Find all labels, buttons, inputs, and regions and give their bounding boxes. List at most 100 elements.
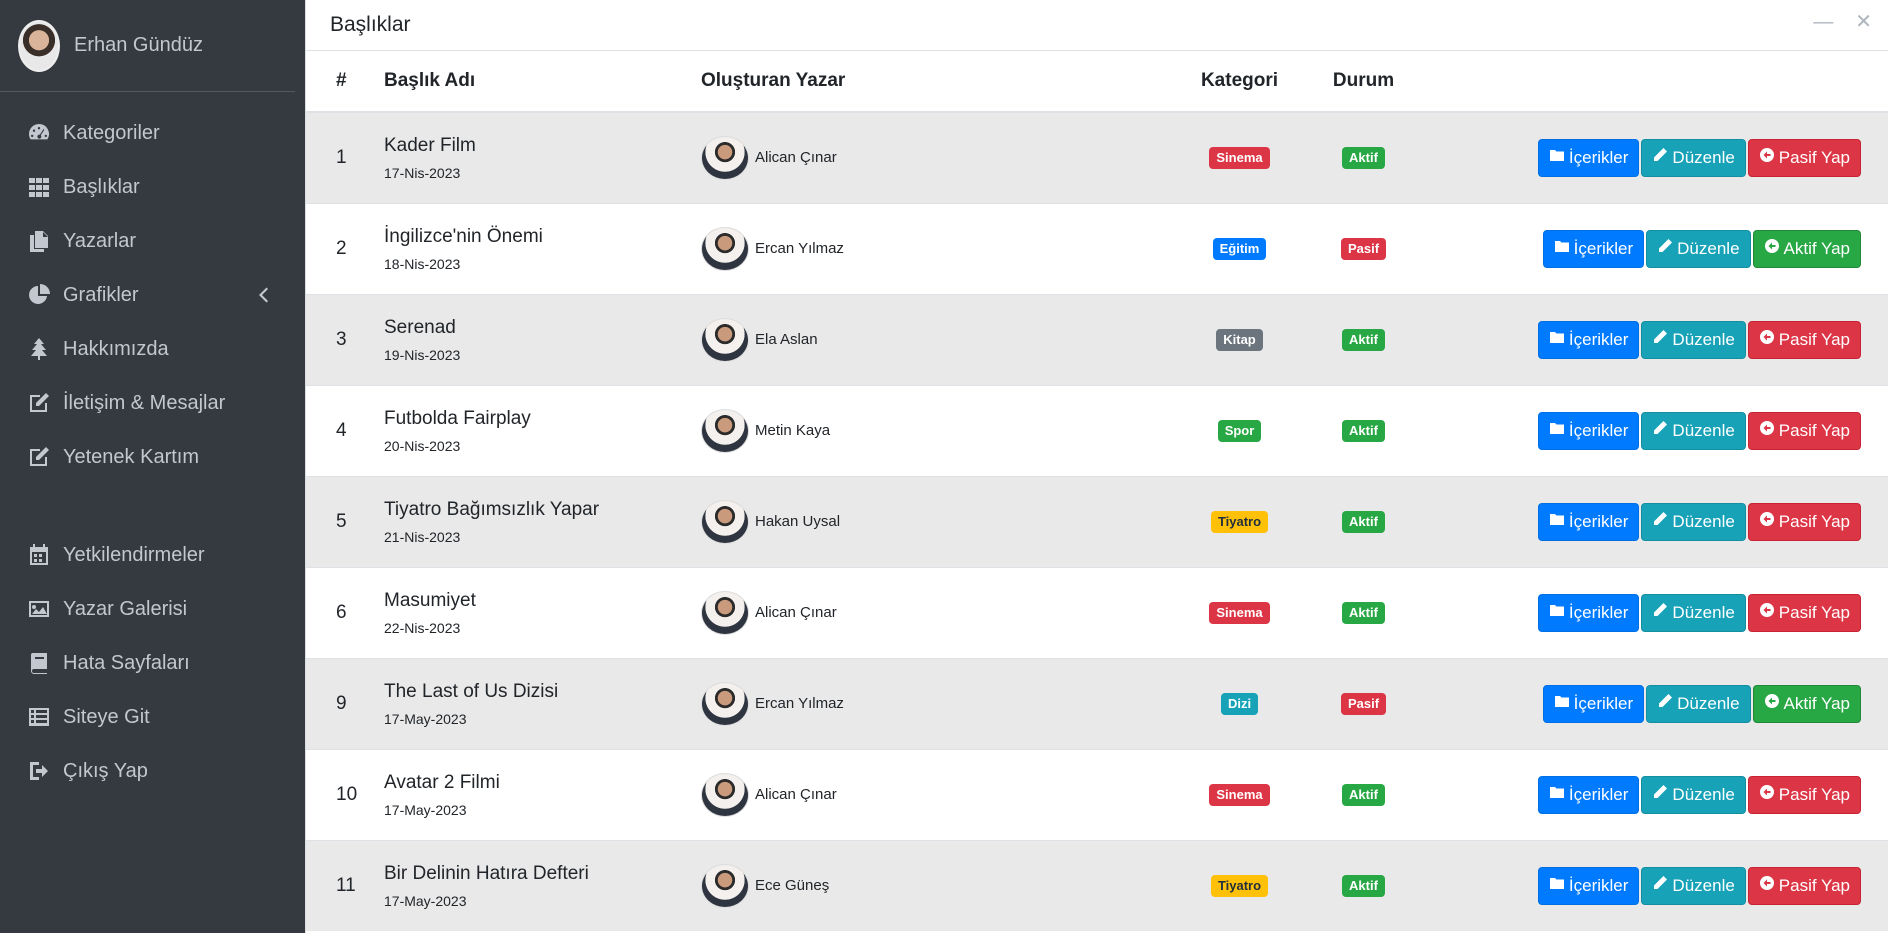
title-name: Tiyatro Bağımsızlık Yapar xyxy=(384,498,600,520)
edit-icon xyxy=(27,391,51,415)
folder-icon xyxy=(1549,329,1565,350)
contents-button[interactable]: İçerikler xyxy=(1537,502,1640,541)
contents-button[interactable]: İçerikler xyxy=(1537,866,1640,905)
toggle-status-label: Pasif Yap xyxy=(1778,511,1850,531)
toggle-status-label: Pasif Yap xyxy=(1778,875,1850,895)
chevron-left-icon[interactable] xyxy=(257,286,273,303)
sidebar-item-label: Siteye Git xyxy=(63,705,150,728)
toggle-status-button[interactable]: Pasif Yap xyxy=(1747,866,1861,905)
edit-button[interactable]: Düzenle xyxy=(1641,866,1746,905)
status-cell: Pasif xyxy=(1300,203,1427,294)
edit-label: Düzenle xyxy=(1677,238,1740,258)
sidebar-item-label: Kategoriler xyxy=(63,121,160,144)
sidebar-item-yetkilendirmeler[interactable]: Yetkilendirmeler xyxy=(0,528,305,582)
contents-button[interactable]: İçerikler xyxy=(1537,138,1640,177)
table-row: 2 İngilizce'nin Önemi 18-Nis-2023 Ercan Yıl… xyxy=(306,203,1888,294)
table-row: 9 The Last of Us Dizisi 17-May-2023 Ercan Y… xyxy=(306,658,1888,749)
sidebar-item-grafikler[interactable]: Grafikler xyxy=(0,268,305,322)
grid-icon xyxy=(27,175,51,199)
sidebar-item-siteye-git[interactable]: Siteye Git xyxy=(0,690,305,744)
status-badge: Pasif xyxy=(1340,693,1387,715)
contents-button[interactable]: İçerikler xyxy=(1542,229,1645,268)
row-number: 2 xyxy=(336,237,347,259)
toggle-status-label: Pasif Yap xyxy=(1778,147,1850,167)
minimize-icon[interactable]: — xyxy=(1813,12,1833,32)
toggle-status-button[interactable]: Pasif Yap xyxy=(1747,320,1861,359)
edit-button[interactable]: Düzenle xyxy=(1641,775,1746,814)
actions-cell: İçerikler Düzenle Pasif Yap xyxy=(1427,385,1888,476)
toggle-status-button[interactable]: Pasif Yap xyxy=(1747,411,1861,450)
sidebar-item-label: Hata Sayfaları xyxy=(63,651,190,674)
author-name: Alican Çınar xyxy=(755,604,837,621)
sidebar-item-label: Yetkilendirmeler xyxy=(63,543,205,566)
title-date: 17-Nis-2023 xyxy=(384,164,461,181)
title-date: 18-Nis-2023 xyxy=(384,255,461,272)
contents-button[interactable]: İçerikler xyxy=(1537,320,1640,359)
sidebar-item-kategoriler[interactable]: Kategoriler xyxy=(0,106,305,160)
user-name: Erhan Gündüz xyxy=(74,34,203,56)
toggle-status-button[interactable]: Pasif Yap xyxy=(1747,775,1861,814)
actions-cell: İçerikler Düzenle Pasif Yap xyxy=(1427,840,1888,931)
edit-button[interactable]: Düzenle xyxy=(1646,684,1751,723)
title-date: 17-May-2023 xyxy=(384,892,467,909)
author-avatar xyxy=(701,863,749,908)
toggle-status-button[interactable]: Aktif Yap xyxy=(1752,229,1861,268)
title-cell: Masumiyet 22-Nis-2023 xyxy=(384,567,701,658)
title-cell: Avatar 2 Filmi 17-May-2023 xyxy=(384,749,701,840)
category-badge: Sinema xyxy=(1209,147,1270,170)
actions-cell: İçerikler Düzenle Pasif Yap xyxy=(1427,294,1888,385)
status-cell: Aktif xyxy=(1300,476,1427,567)
category-cell: Kitap xyxy=(1179,294,1300,385)
title-date: 17-May-2023 xyxy=(384,801,467,818)
sidebar-item-label: Çıkış Yap xyxy=(63,759,148,782)
user-panel[interactable]: Erhan Gündüz xyxy=(0,0,295,92)
toggle-status-button[interactable]: Pasif Yap xyxy=(1747,593,1861,632)
actions-cell: İçerikler Düzenle Pasif Yap xyxy=(1427,749,1888,840)
sidebar-item-hata-sayfalari[interactable]: Hata Sayfaları xyxy=(0,636,305,690)
category-cell: Dizi xyxy=(1179,658,1300,749)
status-cell: Pasif xyxy=(1300,658,1427,749)
edit-button[interactable]: Düzenle xyxy=(1641,138,1746,177)
folder-icon xyxy=(1549,147,1565,168)
edit-button[interactable]: Düzenle xyxy=(1646,229,1751,268)
sidebar-item-hakkimizda[interactable]: Hakkımızda xyxy=(0,322,305,376)
pie-chart-icon xyxy=(27,283,51,307)
toggle-status-button[interactable]: Aktif Yap xyxy=(1752,684,1861,723)
author-name: Ela Aslan xyxy=(755,331,818,348)
status-cell: Aktif xyxy=(1300,112,1427,203)
contents-button[interactable]: İçerikler xyxy=(1537,411,1640,450)
contents-label: İçerikler xyxy=(1568,875,1629,895)
sidebar-item-yazar-galerisi[interactable]: Yazar Galerisi xyxy=(0,582,305,636)
close-icon[interactable]: ✕ xyxy=(1855,12,1872,32)
sidebar-item-yetenek-kartim[interactable]: Yetenek Kartım xyxy=(0,430,305,484)
sidebar-item-cikis-yap[interactable]: Çıkış Yap xyxy=(0,744,305,798)
contents-label: İçerikler xyxy=(1568,784,1629,804)
row-number: 3 xyxy=(336,328,347,350)
sidebar-item-basliklar[interactable]: Başlıklar xyxy=(0,160,305,214)
edit-label: Düzenle xyxy=(1672,784,1735,804)
edit-button[interactable]: Düzenle xyxy=(1641,593,1746,632)
contents-button[interactable]: İçerikler xyxy=(1542,684,1645,723)
actions-cell: İçerikler Düzenle Aktif Yap xyxy=(1427,203,1888,294)
status-badge: Aktif xyxy=(1342,147,1385,170)
edit-button[interactable]: Düzenle xyxy=(1641,411,1746,450)
toggle-status-button[interactable]: Pasif Yap xyxy=(1747,138,1861,177)
contents-button[interactable]: İçerikler xyxy=(1537,593,1640,632)
sidebar-item-yazarlar[interactable]: Yazarlar xyxy=(0,214,305,268)
toggle-status-button[interactable]: Pasif Yap xyxy=(1747,502,1861,541)
edit-label: Düzenle xyxy=(1672,875,1735,895)
title-name: İngilizce'nin Önemi xyxy=(384,225,543,247)
sidebar-item-iletisim[interactable]: İletişim & Mesajlar xyxy=(0,376,305,430)
table-header-row: # Başlık Adı Oluşturan Yazar Kategori Du… xyxy=(306,51,1888,113)
edit-label: Düzenle xyxy=(1672,147,1735,167)
col-author: Oluşturan Yazar xyxy=(701,51,1179,113)
dashboard-icon xyxy=(27,121,51,145)
contents-button[interactable]: İçerikler xyxy=(1537,775,1640,814)
category-badge: Sinema xyxy=(1209,602,1270,624)
edit-button[interactable]: Düzenle xyxy=(1641,320,1746,359)
edit-button[interactable]: Düzenle xyxy=(1641,502,1746,541)
author-name: Alican Çınar xyxy=(755,786,837,803)
category-badge: Sinema xyxy=(1209,784,1270,806)
category-cell: Tiyatro xyxy=(1179,476,1300,567)
status-cell: Aktif xyxy=(1300,567,1427,658)
